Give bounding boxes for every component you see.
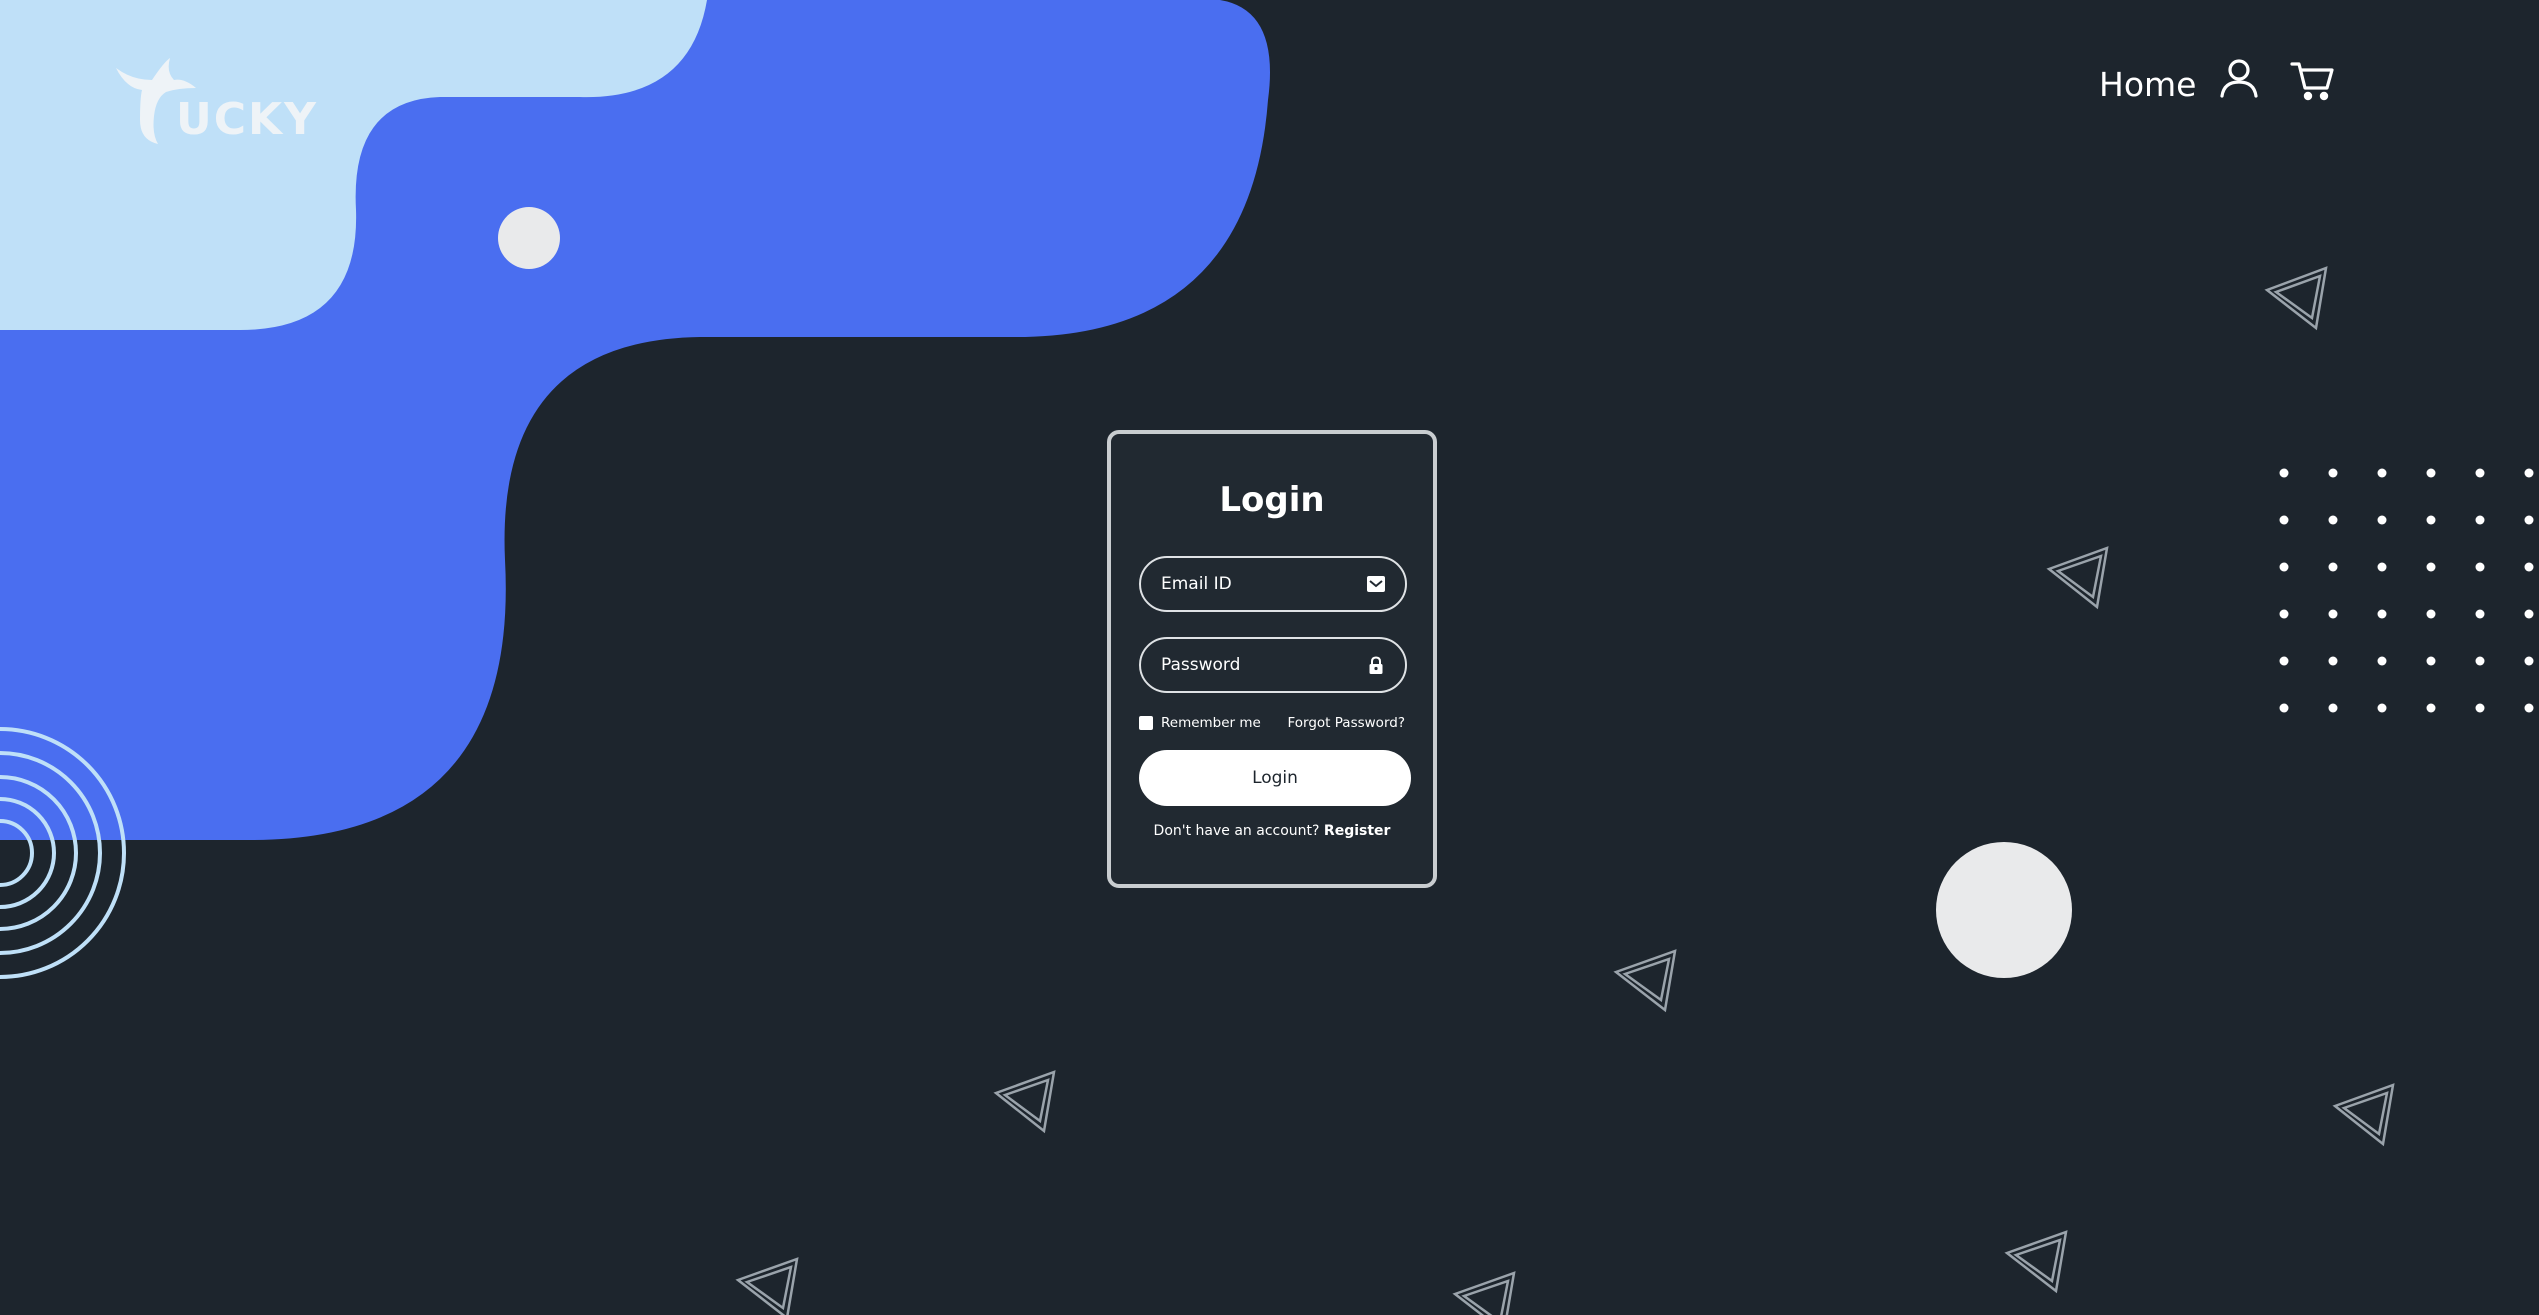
login-button[interactable]: Login	[1139, 750, 1411, 806]
cart-button[interactable]	[2290, 58, 2336, 104]
email-field[interactable]	[1139, 556, 1407, 612]
triangle-8	[1452, 1271, 1516, 1315]
register-prompt: Don't have an account? Register	[1111, 823, 1433, 839]
logo-text: UCKY	[176, 94, 318, 145]
remember-me-label: Remember me	[1161, 715, 1261, 731]
nav-home-link[interactable]: Home	[2099, 64, 2196, 106]
register-link[interactable]: Register	[1324, 823, 1391, 839]
password-input[interactable]	[1161, 639, 1361, 691]
login-title: Login	[1219, 480, 1325, 520]
dot-grid	[2279, 468, 2534, 713]
user-icon	[2220, 59, 2258, 98]
triangle-decorations	[735, 266, 2395, 1315]
triangle-6	[2004, 1230, 2068, 1294]
cart-icon	[2290, 62, 2334, 101]
password-field[interactable]	[1139, 637, 1407, 693]
remember-me-toggle[interactable]: Remember me	[1139, 713, 1261, 733]
triangle-1	[2264, 266, 2328, 331]
forgot-password-link[interactable]: Forgot Password?	[1288, 713, 1406, 733]
triangle-7	[735, 1257, 799, 1315]
triangle-5	[2332, 1083, 2395, 1147]
login-card: Login Remember me Forgot Password? Login…	[1107, 430, 1437, 888]
lock-icon	[1369, 656, 1383, 674]
triangle-3	[1613, 949, 1677, 1013]
triangle-2	[2046, 546, 2109, 610]
email-input[interactable]	[1161, 558, 1361, 610]
account-button[interactable]	[2216, 56, 2262, 102]
triangle-4	[993, 1070, 1056, 1134]
register-prompt-text: Don't have an account?	[1153, 823, 1320, 839]
small-circle	[498, 207, 560, 269]
brand-logo[interactable]: UCKY	[112, 58, 342, 148]
envelope-icon	[1367, 576, 1385, 592]
large-circle	[1936, 842, 2072, 978]
remember-me-checkbox[interactable]	[1139, 716, 1153, 730]
